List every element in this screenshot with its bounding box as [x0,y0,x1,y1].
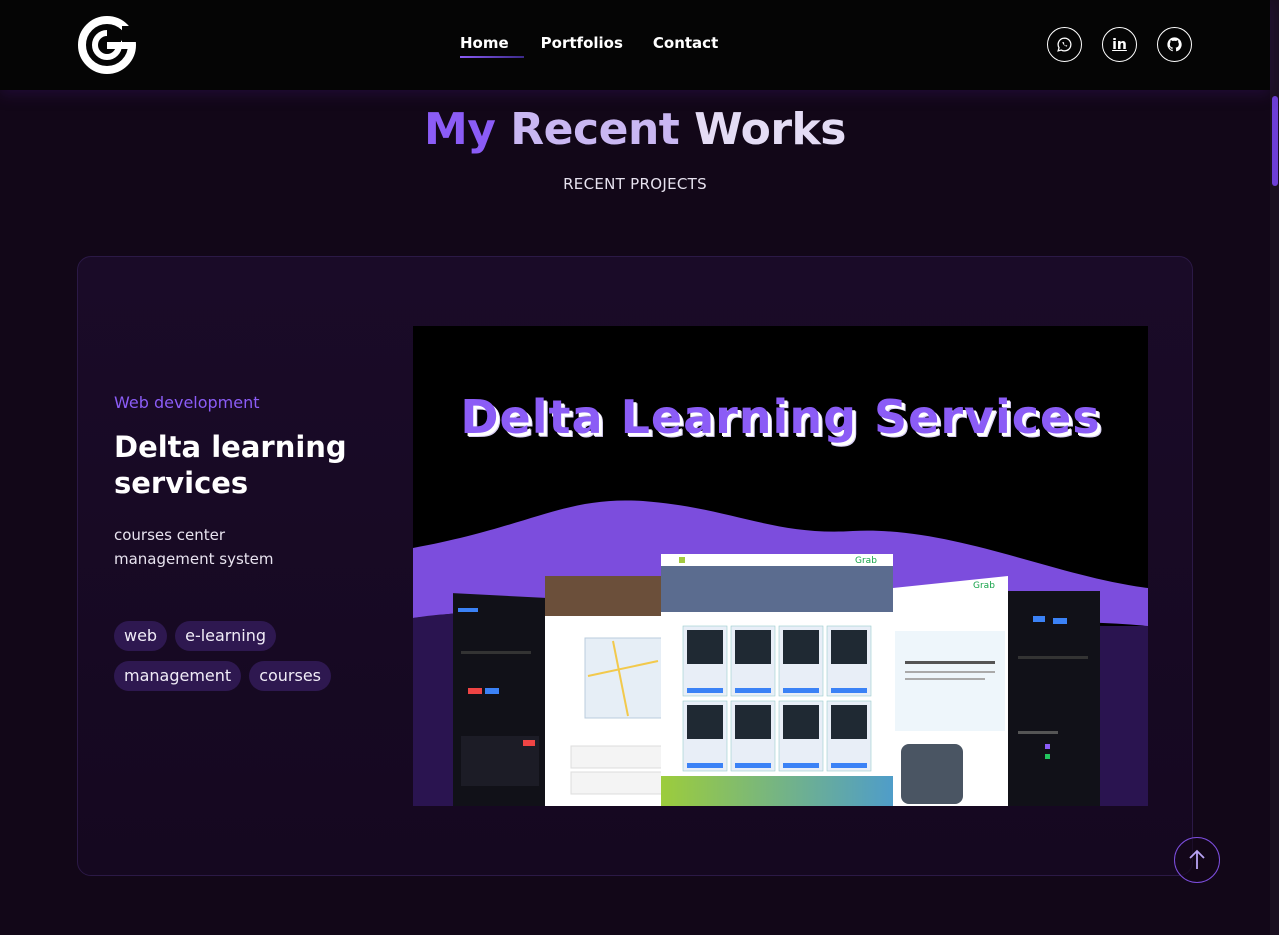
nav-portfolios[interactable]: Portfolios [541,34,623,58]
image-brand-center: Grab [855,556,877,566]
image-brand-right: Grab [973,581,995,591]
main-nav: Home Portfolios Contact [460,34,718,58]
project-tags: web e-learning management courses [114,621,354,691]
linkedin-link[interactable]: in [1102,27,1137,62]
tag: web [114,621,168,651]
project-card[interactable]: Web development Delta learning services … [77,256,1193,876]
project-image[interactable]: Delta Learning Services Grab Grab [413,326,1148,806]
whatsapp-icon [1057,37,1072,52]
section-title: My Recent Works [0,104,1270,155]
site-header: Home Portfolios Contact in [0,0,1270,90]
github-icon [1167,37,1182,52]
whatsapp-link[interactable] [1047,27,1082,62]
scroll-to-top-button[interactable] [1174,837,1220,883]
tag: management [114,661,242,691]
nav-home[interactable]: Home [460,34,524,58]
section-subtitle: RECENT PROJECTS [563,175,707,193]
nav-contact[interactable]: Contact [653,34,718,58]
github-link[interactable] [1157,27,1192,62]
project-title: Delta learning services [114,430,347,500]
title-word-recent: Recent [510,104,680,155]
tag: courses [249,661,332,691]
project-description: courses center management system [114,526,274,568]
project-image-artwork: Grab Grab [413,500,1148,806]
page-scrollbar[interactable] [1270,0,1279,935]
linkedin-icon: in [1112,36,1127,53]
title-word-my: My [424,104,496,155]
social-links: in [1047,27,1192,62]
arrow-up-icon [1189,849,1205,869]
tag: e-learning [175,621,276,651]
project-category: Web development [114,393,260,412]
scrollbar-thumb[interactable] [1272,96,1278,186]
title-word-works: Works [694,104,846,155]
site-logo[interactable] [76,14,138,76]
